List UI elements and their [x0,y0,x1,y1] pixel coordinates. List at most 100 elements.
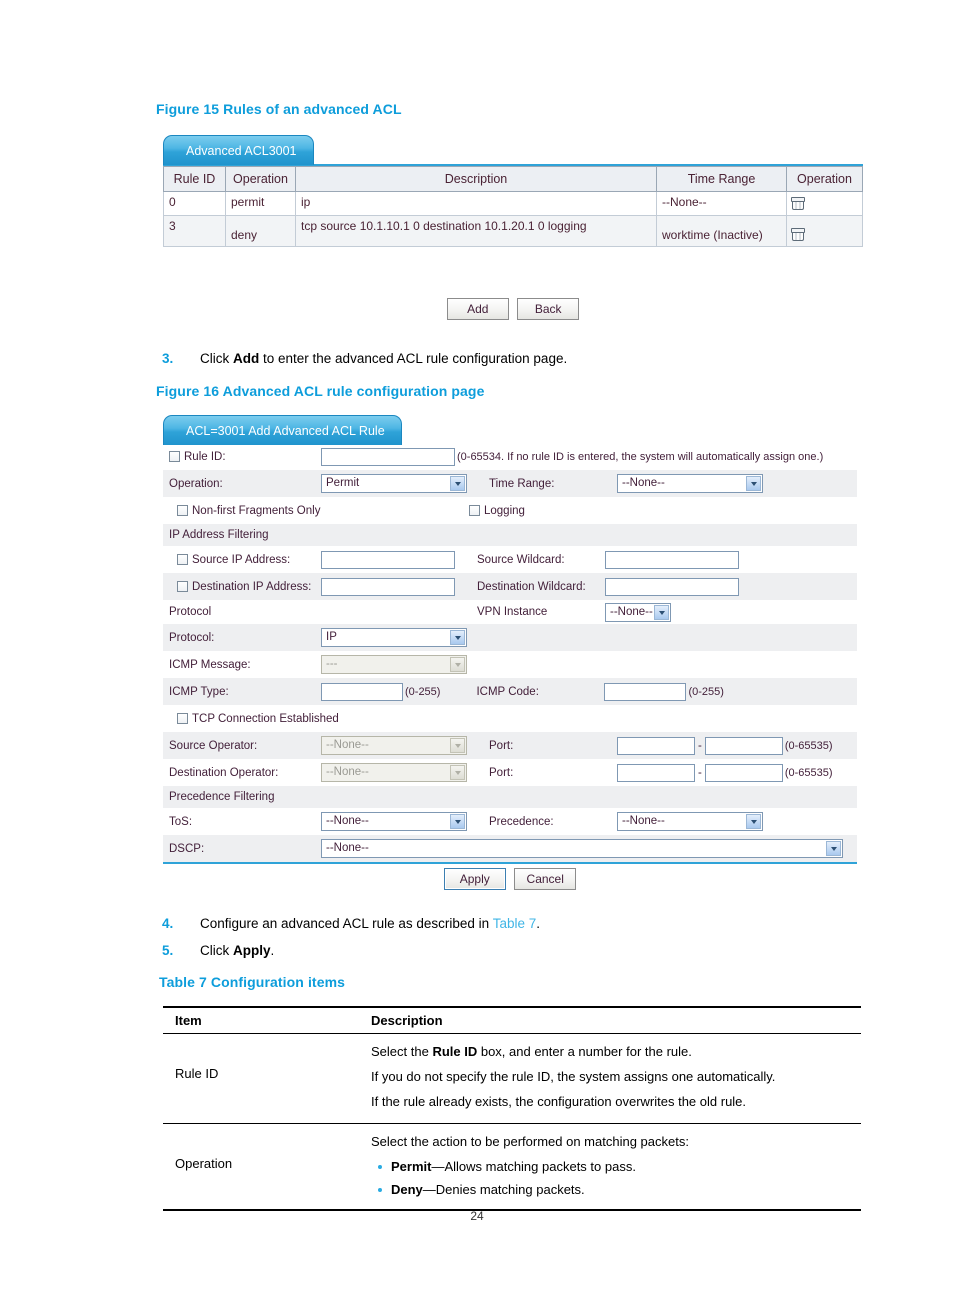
cancel-button[interactable]: Cancel [514,868,577,890]
col-description: Description [295,166,657,192]
desc-line: Select the Rule ID box, and enter a numb… [371,1041,861,1063]
source-ip-input[interactable] [321,550,455,569]
acl-list-buttons: Add Back [163,298,863,320]
cell-actions [786,215,863,247]
chevron-down-icon [746,476,761,491]
trash-icon[interactable] [791,196,805,210]
vpn-instance-select[interactable]: --None-- [605,602,671,622]
chevron-down-icon [450,630,465,645]
precedence-select[interactable]: --None-- [617,812,763,831]
form-row-protocol: Protocol: IP [163,624,857,651]
destination-ip-label: Destination IP Address: [192,580,312,593]
section-precedence-filtering: Precedence Filtering [163,786,857,808]
table-header-row: Rule ID Operation Description Time Range… [163,166,863,192]
desc-line: If the rule already exists, the configur… [371,1094,747,1109]
tos-select[interactable]: --None-- [321,812,467,831]
cell-operation: deny [225,215,296,247]
source-ip-checkbox[interactable] [177,553,188,565]
advanced-acl-list-panel: Advanced ACL3001 Rule ID Operation Descr… [163,134,863,247]
bullet-rest: —Denies matching packets. [422,1182,585,1197]
chevron-down-icon [450,814,465,829]
add-button[interactable]: Add [446,298,509,320]
icmp-message-select[interactable]: --- [321,655,467,674]
dscp-value: --None-- [326,842,369,854]
cell-time-range: worktime (Inactive) [656,215,787,247]
non-first-fragments-group: Non-first Fragments Only [169,504,469,517]
table-7-configuration-items: Item Description Rule ID Select the Rule… [163,1006,861,1211]
table-row: 0 permit ip --None-- [163,191,863,216]
table-7-col-description: Description [359,1006,861,1034]
tcp-connection-established-checkbox[interactable] [177,712,188,724]
source-wildcard-input[interactable] [605,550,739,569]
non-first-fragments-checkbox[interactable] [177,504,188,516]
destination-port-hint: (0-65535) [784,766,833,779]
cell-operation: permit [225,191,296,216]
page-number: 24 [470,1209,484,1223]
table-row: Operation Select the action to be perfor… [163,1123,861,1211]
dscp-select[interactable]: --None-- [321,839,843,858]
dscp-label: DSCP: [169,842,205,855]
destination-operator-select[interactable]: --None-- [321,763,467,782]
source-operator-label: Source Operator: [169,739,258,752]
step-5-number: 5. [162,943,174,958]
col-operation: Operation [225,166,296,192]
destination-port-to-input[interactable] [704,763,783,782]
operation-select[interactable]: Permit [321,474,467,493]
icmp-message-value: --- [326,658,338,670]
rule-id-checkbox[interactable] [169,450,180,462]
source-port-to-input[interactable] [704,736,783,755]
table-row: 3 deny tcp source 10.1.10.1 0 destinatio… [163,215,863,247]
table-7-header-row: Item Description [163,1006,861,1034]
form-row-source-ip: Source IP Address: Source Wildcard: [163,546,857,573]
icmp-type-input[interactable] [321,682,403,701]
step-4-text-after: . [536,916,541,931]
time-range-select[interactable]: --None-- [617,474,763,493]
table-7-item-operation: Operation [163,1123,359,1211]
list-item: Deny—Denies matching packets. [378,1179,861,1201]
icmp-code-input[interactable] [604,682,687,701]
form-row-flags: Non-first Fragments Only Logging [163,497,857,524]
precedence-label: Precedence: [489,815,554,828]
table-7-col-item: Item [163,1006,359,1034]
figure-16-caption: Figure 16 Advanced ACL rule configuratio… [156,383,485,399]
form-row-tcp-established: TCP Connection Established [163,705,857,732]
source-operator-select[interactable]: --None-- [321,736,467,755]
tos-value: --None-- [326,815,369,827]
logging-label: Logging [484,504,525,517]
form-row-dscp: DSCP: --None-- [163,835,857,862]
destination-operator-label: Destination Operator: [169,766,279,779]
destination-port-separator: - [698,766,702,779]
chevron-down-icon [450,765,465,780]
table-7-link[interactable]: Table 7 [493,916,537,931]
rule-id-input[interactable] [321,447,455,466]
source-port-from-input[interactable] [617,736,695,755]
tab-advanced-acl3001[interactable]: Advanced ACL3001 [163,135,314,165]
destination-port-from-input[interactable] [617,763,695,782]
destination-wildcard-input[interactable] [605,577,739,596]
tab-add-advanced-acl-rule[interactable]: ACL=3001 Add Advanced ACL Rule [163,415,402,445]
form-row-source-operator: Source Operator: --None-- Port: - (0-655… [163,732,857,759]
protocol-value: IP [326,631,337,643]
destination-wildcard-label: Destination Wildcard: [477,580,586,593]
trash-icon[interactable] [791,227,805,241]
rule-id-label: Rule ID: [184,450,226,463]
step-4-number: 4. [162,916,174,931]
source-port-label: Port: [489,739,514,752]
destination-ip-checkbox[interactable] [177,580,188,592]
rule-id-hint: (0-65534. If no rule ID is entered, the … [457,450,824,463]
cell-description: tcp source 10.1.10.1 0 destination 10.1.… [295,215,657,247]
icmp-type-hint: (0-255) [405,685,441,698]
bullet-rest: —Allows matching packets to pass. [431,1159,636,1174]
logging-checkbox[interactable] [469,504,480,516]
protocol-select[interactable]: IP [321,628,467,647]
list-item: Permit—Allows matching packets to pass. [378,1156,861,1178]
apply-button[interactable]: Apply [443,868,506,890]
tcp-connection-established-label: TCP Connection Established [192,712,339,725]
operation-label: Operation: [169,477,223,490]
col-operation-actions: Operation [786,166,863,192]
desc-bold: Rule ID [432,1044,478,1059]
icmp-code-label: ICMP Code: [476,685,539,698]
desc-line: If you do not specify the rule ID, the s… [371,1069,776,1084]
destination-ip-input[interactable] [321,577,455,596]
back-button[interactable]: Back [517,298,580,320]
